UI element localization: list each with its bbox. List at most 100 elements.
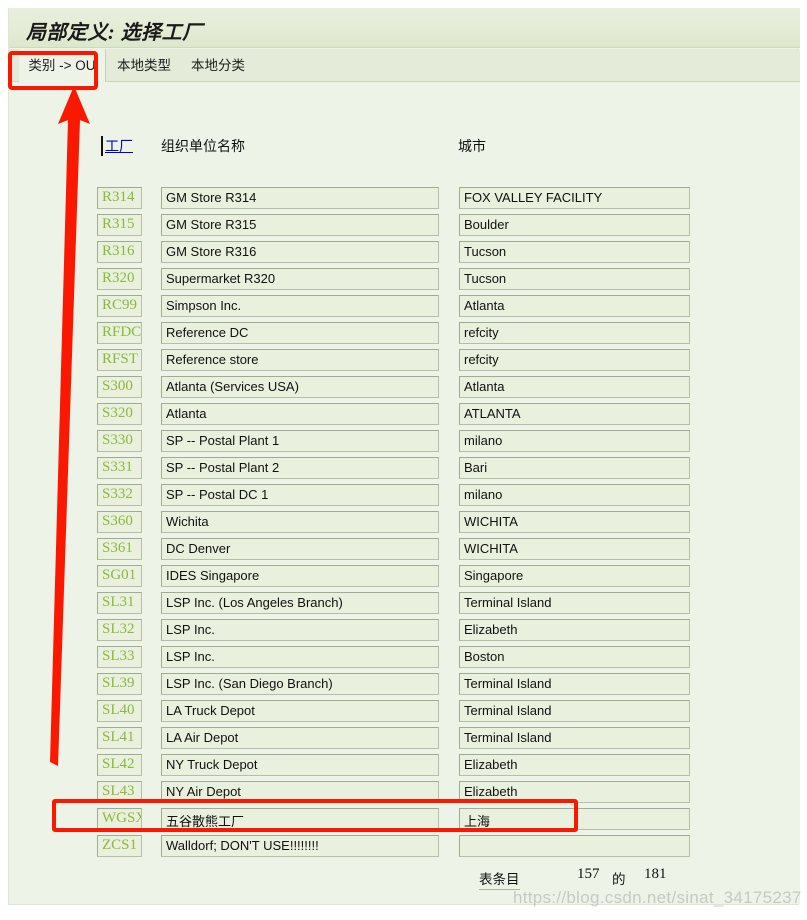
cell-plant[interactable]: RFDC: [97, 322, 142, 344]
cell-org-unit-name[interactable]: GM Store R315: [161, 214, 439, 236]
cell-city[interactable]: ATLANTA: [459, 403, 690, 425]
cell-plant[interactable]: S331: [97, 457, 142, 479]
cell-city[interactable]: milano: [459, 430, 690, 452]
cell-plant[interactable]: SL43: [97, 781, 142, 803]
cell-plant[interactable]: S300: [97, 376, 142, 398]
table-row[interactable]: RC99 Simpson Inc. Atlanta: [9, 295, 800, 322]
cell-org-unit-name[interactable]: LA Air Depot: [161, 727, 439, 749]
cell-plant[interactable]: S361: [97, 538, 142, 560]
cell-city[interactable]: [459, 835, 690, 857]
table-row[interactable]: RFST Reference store refcity: [9, 349, 800, 376]
cell-plant[interactable]: RFST: [97, 349, 142, 371]
table-row[interactable]: SL39 LSP Inc. (San Diego Branch) Terminal …: [9, 673, 800, 700]
cell-org-unit-name[interactable]: Atlanta: [161, 403, 439, 425]
table-row[interactable]: SL32 LSP Inc. Elizabeth: [9, 619, 800, 646]
cell-plant[interactable]: SL41: [97, 727, 142, 749]
cell-city[interactable]: Terminal Island: [459, 727, 690, 749]
table-row[interactable]: S330 SP -- Postal Plant 1 milano: [9, 430, 800, 457]
cell-city[interactable]: 上海: [459, 808, 690, 830]
cell-city[interactable]: Elizabeth: [459, 754, 690, 776]
cell-city[interactable]: Atlanta: [459, 376, 690, 398]
cell-org-unit-name[interactable]: SP -- Postal DC 1: [161, 484, 439, 506]
cell-plant[interactable]: S330: [97, 430, 142, 452]
cell-org-unit-name[interactable]: SP -- Postal Plant 1: [161, 430, 439, 452]
cell-city[interactable]: WICHITA: [459, 538, 690, 560]
cell-plant[interactable]: S360: [97, 511, 142, 533]
cell-city[interactable]: FOX VALLEY FACILITY: [459, 187, 690, 209]
table-row[interactable]: WGSX 五谷散熊工厂 上海: [9, 808, 800, 835]
table-row[interactable]: S361 DC Denver WICHITA: [9, 538, 800, 565]
cell-org-unit-name[interactable]: Reference DC: [161, 322, 439, 344]
cell-plant[interactable]: SL39: [97, 673, 142, 695]
cell-city[interactable]: Tucson: [459, 241, 690, 263]
cell-org-unit-name[interactable]: LSP Inc.: [161, 619, 439, 641]
cell-plant[interactable]: SL42: [97, 754, 142, 776]
cell-plant[interactable]: SG01: [97, 565, 142, 587]
cell-plant[interactable]: ZCS1: [97, 835, 142, 857]
cell-city[interactable]: Elizabeth: [459, 781, 690, 803]
cell-org-unit-name[interactable]: Reference store: [161, 349, 439, 371]
cell-city[interactable]: Terminal Island: [459, 673, 690, 695]
cell-city[interactable]: refcity: [459, 349, 690, 371]
cell-plant[interactable]: R315: [97, 214, 142, 236]
cell-plant[interactable]: WGSX: [97, 808, 142, 830]
table-row[interactable]: RFDC Reference DC refcity: [9, 322, 800, 349]
cell-city[interactable]: Boulder: [459, 214, 690, 236]
table-row[interactable]: SL33 LSP Inc. Boston: [9, 646, 800, 673]
cell-org-unit-name[interactable]: GM Store R316: [161, 241, 439, 263]
cell-org-unit-name[interactable]: NY Air Depot: [161, 781, 439, 803]
cell-org-unit-name[interactable]: SP -- Postal Plant 2: [161, 457, 439, 479]
cell-plant[interactable]: SL33: [97, 646, 142, 668]
cell-city[interactable]: milano: [459, 484, 690, 506]
cell-org-unit-name[interactable]: IDES Singapore: [161, 565, 439, 587]
table-row[interactable]: SL42 NY Truck Depot Elizabeth: [9, 754, 800, 781]
cell-city[interactable]: Terminal Island: [459, 700, 690, 722]
table-row[interactable]: S300 Atlanta (Services USA) Atlanta: [9, 376, 800, 403]
cell-city[interactable]: Tucson: [459, 268, 690, 290]
cell-plant[interactable]: SL40: [97, 700, 142, 722]
table-row[interactable]: SL31 LSP Inc. (Los Angeles Branch) Termina…: [9, 592, 800, 619]
tab-category-to-ou[interactable]: 类别 -> OU: [19, 49, 106, 82]
cell-plant[interactable]: R316: [97, 241, 142, 263]
cell-org-unit-name[interactable]: Wichita: [161, 511, 439, 533]
cell-plant[interactable]: SL32: [97, 619, 142, 641]
cell-org-unit-name[interactable]: Walldorf; DON'T USE!!!!!!!!: [161, 835, 439, 857]
table-row[interactable]: S331 SP -- Postal Plant 2 Bari: [9, 457, 800, 484]
cell-city[interactable]: Singapore: [459, 565, 690, 587]
table-row[interactable]: R316 GM Store R316 Tucson: [9, 241, 800, 268]
tab-local-type[interactable]: 本地类型: [117, 49, 171, 82]
cell-city[interactable]: refcity: [459, 322, 690, 344]
table-row[interactable]: SL40 LA Truck Depot Terminal Island: [9, 700, 800, 727]
table-row[interactable]: R314 GM Store R314 FOX VALLEY FACILITY: [9, 187, 800, 214]
table-row[interactable]: S320 Atlanta ATLANTA: [9, 403, 800, 430]
cell-org-unit-name[interactable]: LSP Inc. (Los Angeles Branch): [161, 592, 439, 614]
cell-org-unit-name[interactable]: NY Truck Depot: [161, 754, 439, 776]
table-row[interactable]: SL41 LA Air Depot Terminal Island: [9, 727, 800, 754]
tab-local-category[interactable]: 本地分类: [191, 49, 245, 82]
cell-plant[interactable]: RC99: [97, 295, 142, 317]
cell-org-unit-name[interactable]: Simpson Inc.: [161, 295, 439, 317]
cell-org-unit-name[interactable]: LSP Inc.: [161, 646, 439, 668]
cell-plant[interactable]: S320: [97, 403, 142, 425]
table-row[interactable]: R320 Supermarket R320 Tucson: [9, 268, 800, 295]
table-row[interactable]: SG01 IDES Singapore Singapore: [9, 565, 800, 592]
table-row[interactable]: R315 GM Store R315 Boulder: [9, 214, 800, 241]
cell-org-unit-name[interactable]: DC Denver: [161, 538, 439, 560]
cell-org-unit-name[interactable]: Atlanta (Services USA): [161, 376, 439, 398]
cell-city[interactable]: Bari: [459, 457, 690, 479]
cell-org-unit-name[interactable]: Supermarket R320: [161, 268, 439, 290]
table-row[interactable]: ZCS1 Walldorf; DON'T USE!!!!!!!!: [9, 835, 800, 862]
cell-org-unit-name[interactable]: LA Truck Depot: [161, 700, 439, 722]
cell-city[interactable]: Terminal Island: [459, 592, 690, 614]
cell-city[interactable]: WICHITA: [459, 511, 690, 533]
cell-org-unit-name[interactable]: LSP Inc. (San Diego Branch): [161, 673, 439, 695]
cell-city[interactable]: Atlanta: [459, 295, 690, 317]
cell-city[interactable]: Elizabeth: [459, 619, 690, 641]
table-row[interactable]: S360 Wichita WICHITA: [9, 511, 800, 538]
table-row[interactable]: SL43 NY Air Depot Elizabeth: [9, 781, 800, 808]
cell-plant[interactable]: SL31: [97, 592, 142, 614]
table-row[interactable]: S332 SP -- Postal DC 1 milano: [9, 484, 800, 511]
cell-plant[interactable]: R314: [97, 187, 142, 209]
cell-city[interactable]: Boston: [459, 646, 690, 668]
cell-org-unit-name[interactable]: 五谷散熊工厂: [161, 808, 439, 830]
